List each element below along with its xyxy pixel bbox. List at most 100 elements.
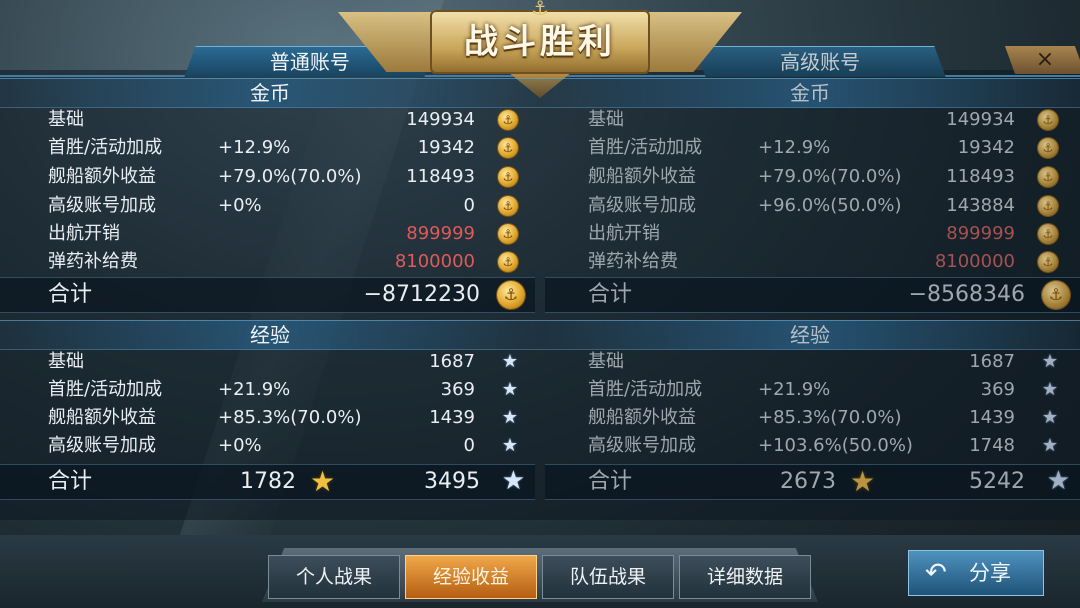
total-value: −8568346	[908, 282, 1025, 307]
row-value: 149934	[406, 109, 475, 130]
gold-coin-icon: ⚓	[498, 196, 518, 216]
gold-row: 出航开销 899999 ⚓	[48, 220, 530, 248]
gold-coin-icon: ⚓	[497, 281, 525, 309]
row-percent: +79.0%(70.0%)	[218, 166, 362, 187]
tab-detailed-data[interactable]: 详细数据	[679, 555, 811, 599]
row-percent: +21.9%	[218, 379, 291, 400]
row-label: 舰船额外收益	[48, 166, 156, 187]
row-value: 1687	[429, 351, 475, 372]
row-label: 弹药补给费	[48, 251, 138, 272]
gold-section-header: 金币	[0, 78, 540, 108]
row-value: 899999	[406, 223, 475, 244]
gold-row: 首胜/活动加成 +12.9% 19342 ⚓	[588, 134, 1070, 162]
row-label: 高级账号加成	[588, 435, 696, 456]
exp-row: 首胜/活动加成 +21.9% 369 ★	[588, 376, 1070, 404]
star-icon: ★	[501, 351, 518, 372]
gold-coin-icon: ⚓	[498, 110, 518, 130]
row-value: 143884	[946, 195, 1015, 216]
row-label: 首胜/活动加成	[588, 137, 703, 158]
share-label: 分享	[969, 561, 1011, 585]
gold-coin-icon: ⚓	[498, 138, 518, 158]
gold-row: 出航开销 899999 ⚓	[588, 220, 1070, 248]
row-value: 8100000	[394, 251, 475, 272]
row-percent: +79.0%(70.0%)	[758, 166, 902, 187]
gold-row: 舰船额外收益 +79.0%(70.0%) 118493 ⚓	[48, 163, 530, 191]
gold-coin-icon: ⚓	[498, 167, 518, 187]
row-label: 舰船额外收益	[588, 407, 696, 428]
share-button[interactable]: ↶ 分享	[908, 550, 1044, 596]
exp-row: 舰船额外收益 +85.3%(70.0%) 1439 ★	[48, 404, 530, 432]
gold-star-icon: ★	[310, 465, 336, 498]
row-value: 1687	[969, 351, 1015, 372]
row-label: 出航开销	[48, 223, 120, 244]
row-label: 基础	[588, 351, 624, 372]
exp-row: 高级账号加成 +103.6%(50.0%) 1748 ★	[588, 432, 1070, 460]
row-label: 首胜/活动加成	[588, 379, 703, 400]
row-value: 118493	[406, 166, 475, 187]
row-label: 弹药补给费	[588, 251, 678, 272]
gold-row: 高级账号加成 +0% 0 ⚓	[48, 192, 530, 220]
gold-row: 首胜/活动加成 +12.9% 19342 ⚓	[48, 134, 530, 162]
gold-coin-icon: ⚓	[1038, 224, 1058, 244]
row-percent: +96.0%(50.0%)	[758, 195, 902, 216]
row-percent: +12.9%	[218, 137, 291, 158]
star-icon: ★	[1041, 407, 1058, 428]
star-icon: ★	[1041, 435, 1058, 456]
captain-exp-value: 1782	[240, 469, 296, 494]
gold-row: 基础 149934 ⚓	[48, 106, 530, 134]
row-value: 149934	[946, 109, 1015, 130]
gold-coin-icon: ⚓	[1042, 281, 1070, 309]
gold-row: 舰船额外收益 +79.0%(70.0%) 118493 ⚓	[588, 163, 1070, 191]
star-icon: ★	[1041, 379, 1058, 400]
total-label: 合计	[48, 469, 93, 494]
row-percent: +0%	[218, 195, 262, 216]
gold-row: 基础 149934 ⚓	[588, 106, 1070, 134]
row-percent: +85.3%(70.0%)	[218, 407, 362, 428]
row-value: 1439	[429, 407, 475, 428]
row-label: 出航开销	[588, 223, 660, 244]
close-icon: ×	[1035, 47, 1055, 72]
total-label: 合计	[48, 282, 93, 307]
row-percent: +21.9%	[758, 379, 831, 400]
row-percent: +103.6%(50.0%)	[758, 435, 913, 456]
total-label: 合计	[588, 469, 633, 494]
tab-team-results[interactable]: 队伍战果	[542, 555, 674, 599]
row-percent: +0%	[218, 435, 262, 456]
tab-personal-results[interactable]: 个人战果	[268, 555, 400, 599]
exp-total-row: 合计 2673 ★ 5242 ★	[545, 464, 1080, 500]
gold-section-header: 金币	[540, 78, 1080, 108]
gold-row: 高级账号加成 +96.0%(50.0%) 143884 ⚓	[588, 192, 1070, 220]
row-label: 舰船额外收益	[588, 166, 696, 187]
total-value: 3495	[424, 469, 480, 494]
gold-star-icon: ★	[850, 465, 876, 498]
row-label: 高级账号加成	[588, 195, 696, 216]
row-value: 0	[463, 435, 475, 456]
gold-coin-icon: ⚓	[1038, 196, 1058, 216]
gold-coin-icon: ⚓	[1038, 110, 1058, 130]
star-icon: ★	[501, 466, 525, 496]
gold-coin-icon: ⚓	[498, 224, 518, 244]
row-value: 369	[440, 379, 475, 400]
row-value: 1748	[969, 435, 1015, 456]
gold-coin-icon: ⚓	[1038, 167, 1058, 187]
gold-row: 弹药补给费 8100000 ⚓	[588, 248, 1070, 276]
star-icon: ★	[501, 407, 518, 428]
row-label: 舰船额外收益	[48, 407, 156, 428]
gold-total-row: 合计 −8712230 ⚓	[0, 277, 535, 313]
row-value: 19342	[957, 137, 1015, 158]
star-icon: ★	[501, 435, 518, 456]
row-label: 首胜/活动加成	[48, 379, 163, 400]
row-label: 基础	[48, 109, 84, 130]
gold-total-row: 合计 −8568346 ⚓	[545, 277, 1080, 313]
row-percent: +85.3%(70.0%)	[758, 407, 902, 428]
gold-coin-icon: ⚓	[1038, 252, 1058, 272]
gold-coin-icon: ⚓	[498, 252, 518, 272]
star-icon: ★	[1046, 466, 1070, 496]
tab-exp-earnings[interactable]: 经验收益	[405, 555, 537, 599]
exp-row: 首胜/活动加成 +21.9% 369 ★	[48, 376, 530, 404]
gold-coin-icon: ⚓	[1038, 138, 1058, 158]
exp-row: 基础 1687 ★	[48, 348, 530, 376]
row-value: 8100000	[934, 251, 1015, 272]
close-button[interactable]: ×	[1004, 46, 1080, 74]
row-label: 基础	[588, 109, 624, 130]
